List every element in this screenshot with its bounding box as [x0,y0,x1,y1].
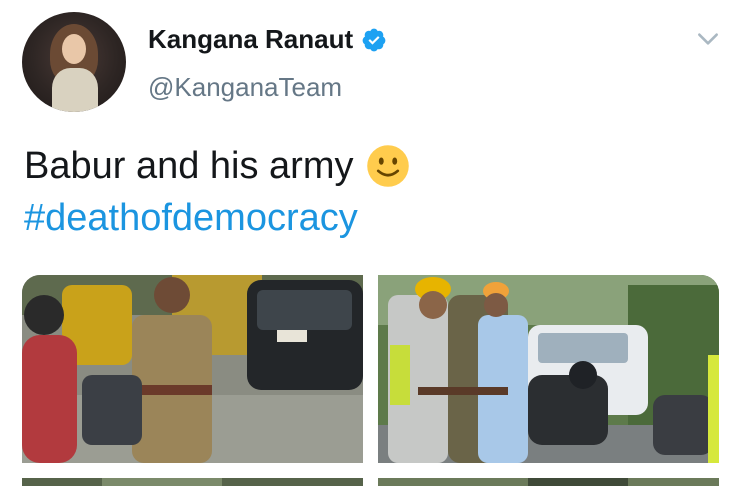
smiling-face-icon [366,145,409,187]
photo-4[interactable] [378,478,719,486]
author-display-name[interactable]: Kangana Ranaut [148,24,353,55]
photo-3-image [22,478,363,486]
author-handle[interactable]: @KanganaTeam [148,72,342,103]
tweet-text-line: Babur and his army [24,140,410,192]
chevron-down-icon[interactable] [695,26,721,52]
tweet-body: Babur and his army [24,145,354,187]
photo-1[interactable] [22,275,363,463]
avatar-face [62,34,86,64]
author-display-name-row[interactable]: Kangana Ranaut [148,24,387,55]
avatar[interactable] [22,12,126,112]
hashtag-link[interactable]: #deathofdemocracy [24,192,358,244]
tweet-hashtag-line: #deathofdemocracy [24,192,410,244]
avatar-body [52,68,98,112]
verified-badge-icon [362,28,386,51]
tweet-text: Babur and his army #deathofdemocracy [24,140,410,244]
photo-3[interactable] [22,478,363,486]
photo-4-image [378,478,719,486]
photo-1-image [22,275,363,463]
photo-2-image [378,275,719,463]
tweet: Kangana Ranaut @KanganaTeam Babur and hi… [0,0,741,486]
media-grid [22,275,719,486]
photo-2[interactable] [378,275,719,463]
